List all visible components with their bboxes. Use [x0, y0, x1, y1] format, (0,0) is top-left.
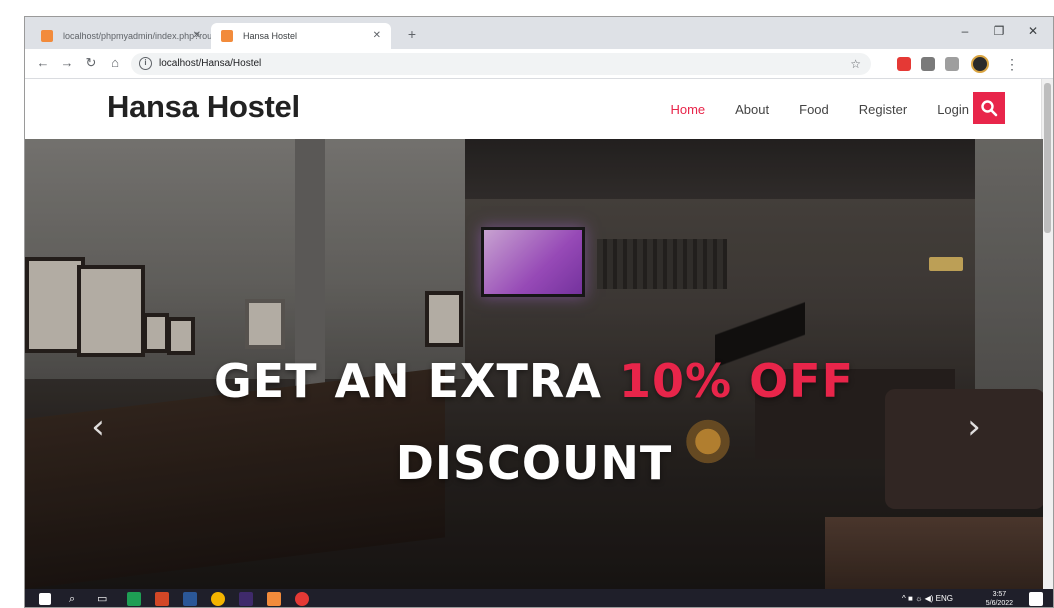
search-icon[interactable]: ⌕: [69, 589, 75, 607]
windows-taskbar: ⌕ ▭ ^ ■ ☼ ◀) ENG 3:57 5/6/2022: [25, 589, 1053, 607]
carousel-prev-icon[interactable]: ‹: [83, 407, 113, 447]
profile-avatar[interactable]: [971, 55, 989, 73]
home-icon[interactable]: ⌂: [105, 53, 125, 73]
back-arrow-icon[interactable]: ←: [33, 53, 53, 73]
xampp-app-icon[interactable]: [267, 592, 281, 606]
close-window-icon[interactable]: ✕: [1021, 21, 1045, 41]
extension-icon[interactable]: [945, 57, 959, 71]
system-tray[interactable]: ^ ■ ☼ ◀) ENG: [902, 589, 953, 607]
nav-food[interactable]: Food: [799, 102, 829, 117]
site-header: Hansa Hostel Home About Food Register Lo…: [25, 79, 1053, 139]
scrollbar-thumb[interactable]: [1044, 83, 1051, 233]
word-app-icon[interactable]: [183, 592, 197, 606]
task-view-icon[interactable]: ▭: [97, 589, 107, 607]
browser-app-icon[interactable]: [295, 592, 309, 606]
maximize-icon[interactable]: ❐: [987, 21, 1011, 41]
browser-tab-phpmyadmin[interactable]: localhost/phpmyadmin/index.php?route=...…: [31, 23, 211, 49]
close-icon[interactable]: ✕: [373, 23, 381, 49]
reload-icon[interactable]: ↻: [81, 53, 101, 73]
extension-icon[interactable]: [921, 57, 935, 71]
tab-title: localhost/phpmyadmin/index.php?route=...: [63, 31, 211, 41]
favicon-icon: [221, 30, 233, 42]
info-icon[interactable]: i: [139, 57, 152, 70]
browser-toolbar: ← → ↻ ⌂ i localhost/Hansa/Hostel ☆ ⋮: [25, 49, 1053, 79]
address-url: localhost/Hansa/Hostel: [159, 58, 262, 69]
clock-date: 5/6/2022: [985, 600, 1013, 607]
browser-tab-hansa-hostel[interactable]: Hansa Hostel ✕: [211, 23, 391, 49]
notification-icon[interactable]: [1029, 592, 1043, 606]
site-logo[interactable]: Hansa Hostel: [107, 89, 300, 125]
browser-window: localhost/phpmyadmin/index.php?route=...…: [24, 16, 1054, 608]
minimize-icon[interactable]: –: [953, 21, 977, 41]
favicon-icon: [41, 30, 53, 42]
main-nav: Home About Food Register Login: [640, 79, 969, 139]
address-bar[interactable]: i localhost/Hansa/Hostel ☆: [131, 53, 871, 75]
plus-icon[interactable]: +: [401, 23, 423, 45]
hero-carousel: GET AN EXTRA 10% OFF DISCOUNT ‹ ›: [25, 139, 1043, 589]
extension-icon[interactable]: [897, 57, 911, 71]
nav-login[interactable]: Login: [937, 102, 969, 117]
powerpoint-app-icon[interactable]: [155, 592, 169, 606]
nav-about[interactable]: About: [735, 102, 769, 117]
close-icon[interactable]: ✕: [193, 23, 201, 49]
carousel-next-icon[interactable]: ›: [959, 407, 989, 447]
nav-home[interactable]: Home: [670, 102, 705, 117]
caption-prefix: GET AN EXTRA: [213, 354, 619, 408]
search-button[interactable]: [973, 92, 1005, 124]
tab-title: Hansa Hostel: [243, 31, 298, 41]
bookmark-star-icon[interactable]: ☆: [850, 53, 861, 75]
caption-accent: 10% OFF: [618, 354, 855, 408]
caption-line-2: DISCOUNT: [395, 436, 673, 490]
tray-clock[interactable]: 3:57 5/6/2022: [985, 590, 1013, 607]
slide-caption: GET AN EXTRA 10% OFF DISCOUNT: [25, 353, 1043, 491]
search-icon: [981, 100, 998, 117]
excel-app-icon[interactable]: [127, 592, 141, 606]
nav-register[interactable]: Register: [859, 102, 907, 117]
caption-line-1: GET AN EXTRA 10% OFF: [25, 353, 1043, 409]
windows-start-icon[interactable]: [39, 593, 51, 605]
kebab-menu-icon[interactable]: ⋮: [1005, 53, 1019, 75]
clock-time: 3:57: [992, 591, 1007, 598]
tab-strip: localhost/phpmyadmin/index.php?route=...…: [25, 17, 1053, 49]
premiere-app-icon[interactable]: [239, 592, 253, 606]
chrome-app-icon[interactable]: [211, 592, 225, 606]
forward-arrow-icon[interactable]: →: [57, 53, 77, 73]
